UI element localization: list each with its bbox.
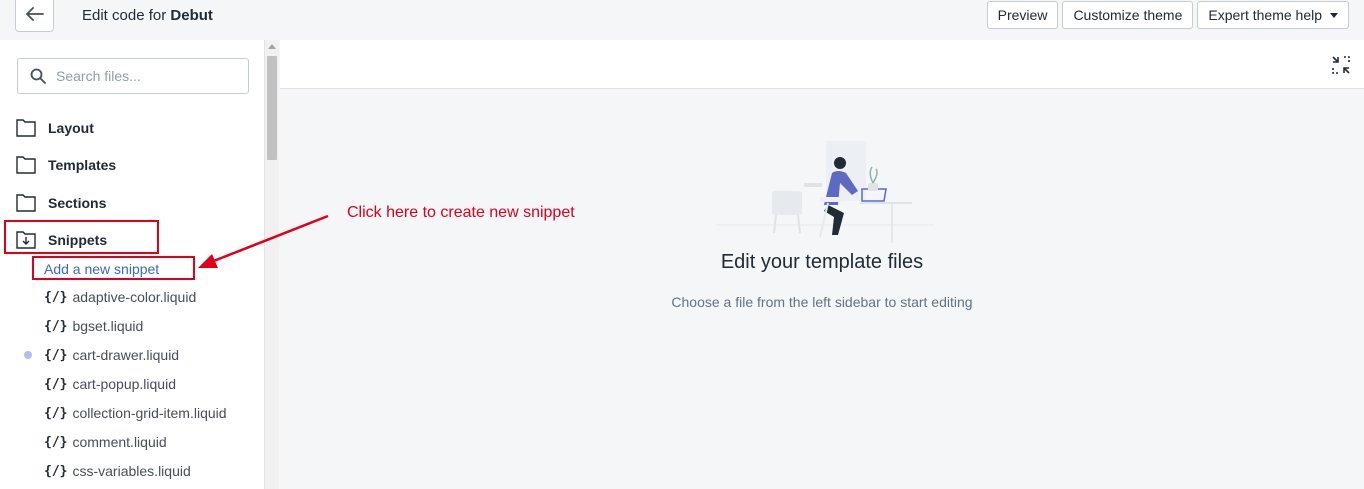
annotation-text: Click here to create new snippet [347,204,575,221]
top-actions: Preview Customize theme Expert theme hel… [986,1,1349,29]
code-file-icon: {/} [44,289,68,305]
expert-theme-help-button[interactable]: Expert theme help [1197,1,1349,29]
code-file-icon: {/} [44,376,68,392]
editor-toolbar [280,40,1364,89]
file-item[interactable]: {/} css-variables.liquid [44,463,191,479]
file-name: cart-popup.liquid [72,376,176,392]
code-file-icon: {/} [44,347,68,363]
annotation-box-add-snippet [32,256,195,280]
exit-fullscreen-icon[interactable] [1332,56,1350,74]
file-name: adaptive-color.liquid [72,289,197,305]
empty-state-subtitle: Choose a file from the left sidebar to s… [671,294,973,310]
modified-dot-icon [24,351,32,359]
folder-layout[interactable]: Layout [16,118,94,138]
back-button[interactable] [15,0,54,32]
file-item[interactable]: {/} cart-popup.liquid [44,376,176,392]
file-item[interactable]: {/} cart-drawer.liquid [44,347,179,363]
empty-state-title: Edit your template files [720,251,924,273]
customize-theme-button[interactable]: Customize theme [1062,1,1194,29]
file-name: comment.liquid [72,434,167,450]
caret-down-icon [1330,12,1338,18]
annotation-arrow-icon [198,214,329,268]
page-title: Edit code for Debut [82,7,213,24]
code-file-icon: {/} [44,405,68,421]
folder-icon [16,119,36,137]
file-name: bgset.liquid [72,318,144,334]
folder-icon [16,194,36,212]
scroll-up-arrow-icon[interactable] [268,44,276,49]
file-item[interactable]: {/} adaptive-color.liquid [44,289,196,305]
file-name: cart-drawer.liquid [72,347,180,363]
file-name: css-variables.liquid [72,463,191,479]
preview-button[interactable]: Preview [986,1,1059,29]
folder-templates[interactable]: Templates [16,155,116,175]
folder-label: Sections [48,195,107,211]
search-icon [30,68,46,84]
expert-theme-help-label: Expert theme help [1208,7,1322,23]
code-file-icon: {/} [44,318,68,334]
scrollbar-thumb[interactable] [267,56,277,160]
code-file-icon: {/} [44,434,68,450]
file-item[interactable]: {/} bgset.liquid [44,318,143,334]
folder-icon [16,156,36,174]
person-at-desk-illustration [716,141,934,243]
editor-empty-state: Edit your template files Choose a file f… [280,89,1364,489]
folder-label: Layout [48,120,94,136]
annotation-box-snippets [4,220,159,254]
search-field[interactable] [17,58,249,94]
search-input[interactable] [56,68,226,84]
arrow-left-icon [25,7,44,21]
folder-sections[interactable]: Sections [16,193,106,213]
page-title-prefix: Edit code for [82,7,167,24]
top-bar: Edit code for Debut Preview Customize th… [0,0,1364,40]
folder-label: Templates [48,157,117,173]
file-name: collection-grid-item.liquid [72,405,227,421]
theme-name: Debut [170,7,213,24]
code-file-icon: {/} [44,463,68,479]
file-item[interactable]: {/} comment.liquid [44,434,167,450]
file-item[interactable]: {/} collection-grid-item.liquid [44,405,227,421]
